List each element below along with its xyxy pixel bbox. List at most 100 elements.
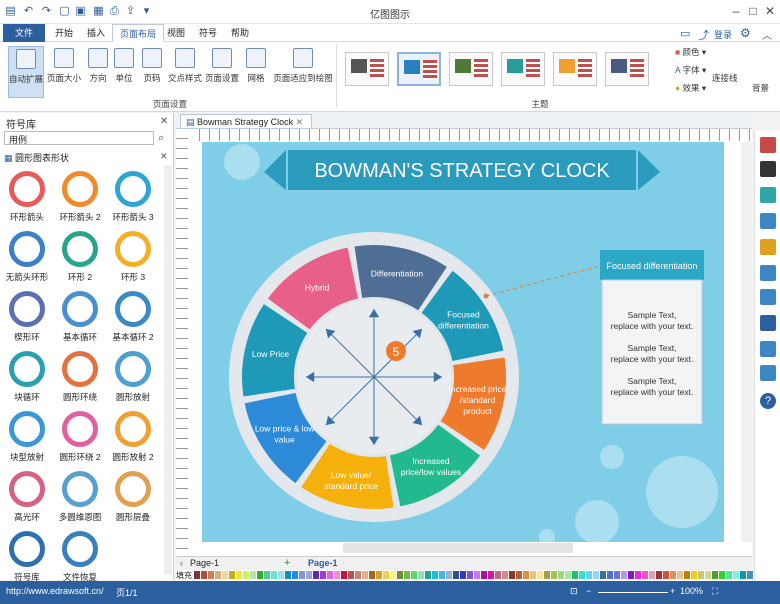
sidebar-scrollbar[interactable] xyxy=(164,165,172,575)
fullscreen-icon[interactable]: ⛶ xyxy=(712,586,718,597)
color-swatch[interactable] xyxy=(558,571,564,579)
add-page-icon[interactable]: + xyxy=(284,557,290,569)
color-swatch[interactable] xyxy=(334,571,340,579)
library-item[interactable]: 多圆维恩图 xyxy=(55,468,105,528)
color-swatch[interactable] xyxy=(586,571,592,579)
color-swatch[interactable] xyxy=(698,571,704,579)
search-input[interactable]: 用例 xyxy=(4,131,154,145)
tab-close-icon[interactable]: ✕ xyxy=(296,117,304,127)
color-dropdown[interactable]: ■ 颜色 ▾ xyxy=(675,46,706,58)
fit-icon[interactable]: ⊡ xyxy=(570,586,578,597)
menu-file[interactable]: 文件 xyxy=(3,24,45,42)
library-item[interactable]: 圆形层叠 xyxy=(108,468,158,528)
color-swatch[interactable] xyxy=(747,571,753,579)
color-swatch[interactable] xyxy=(418,571,424,579)
library-item[interactable]: 无箭头环形 xyxy=(2,228,52,288)
library-item[interactable]: 块循环 xyxy=(2,348,52,408)
color-swatch[interactable] xyxy=(390,571,396,579)
page-setup-button[interactable]: 页面设置 xyxy=(204,46,240,98)
library-item[interactable]: 文件恢复 xyxy=(55,528,105,588)
color-swatch[interactable] xyxy=(383,571,389,579)
color-swatch[interactable] xyxy=(572,571,578,579)
library-item[interactable]: 环形 2 xyxy=(55,228,105,288)
page-number-button[interactable]: 页码 xyxy=(134,46,170,98)
color-swatch[interactable] xyxy=(250,571,256,579)
doc-tab[interactable]: ▤ Bowman Strategy Clock ✕ xyxy=(180,114,312,129)
color-swatch[interactable] xyxy=(656,571,662,579)
color-swatch[interactable] xyxy=(691,571,697,579)
color-swatch[interactable] xyxy=(201,571,207,579)
color-swatch[interactable] xyxy=(355,571,361,579)
page-dropdown[interactable]: Page-1 xyxy=(190,558,219,568)
auto-expand-button[interactable]: 自动扩展 xyxy=(8,46,44,98)
color-swatch[interactable] xyxy=(432,571,438,579)
line-icon[interactable] xyxy=(760,161,776,177)
data-icon[interactable] xyxy=(760,289,776,305)
login-link[interactable]: 登录 xyxy=(714,28,732,41)
minimize-button[interactable]: – xyxy=(728,4,744,19)
properties-icon[interactable] xyxy=(760,265,776,281)
page-size-button[interactable]: 页面大小 xyxy=(46,46,82,98)
color-swatch[interactable] xyxy=(726,571,732,579)
menu-page-layout[interactable]: 页面布局 xyxy=(112,24,165,42)
page-prev-icon[interactable]: ‹ xyxy=(180,558,183,568)
color-swatch[interactable] xyxy=(621,571,627,579)
color-swatch[interactable] xyxy=(544,571,550,579)
color-swatch[interactable] xyxy=(264,571,270,579)
fit-page-button[interactable]: 页面适应到绘图 xyxy=(272,46,334,98)
menu-home[interactable]: 开始 xyxy=(48,24,80,42)
theme-5[interactable] xyxy=(553,52,597,86)
chat-icon[interactable]: ▭ xyxy=(680,27,690,40)
color-swatch[interactable] xyxy=(299,571,305,579)
color-swatch[interactable] xyxy=(719,571,725,579)
color-swatch[interactable] xyxy=(362,571,368,579)
close-button[interactable]: ✕ xyxy=(762,4,778,19)
library-item[interactable]: 基本循环 xyxy=(55,288,105,348)
menu-insert[interactable]: 插入 xyxy=(80,24,112,42)
color-swatch[interactable] xyxy=(600,571,606,579)
category-close-icon[interactable]: ✕ xyxy=(160,151,168,162)
color-swatch[interactable] xyxy=(684,571,690,579)
color-swatch[interactable] xyxy=(593,571,599,579)
color-swatch[interactable] xyxy=(488,571,494,579)
library-item[interactable]: 圆形环绕 xyxy=(55,348,105,408)
color-swatch[interactable] xyxy=(257,571,263,579)
color-swatch[interactable] xyxy=(453,571,459,579)
color-swatch[interactable] xyxy=(425,571,431,579)
page-tab-active[interactable]: Page-1 xyxy=(308,558,338,568)
menu-help[interactable]: 帮助 xyxy=(224,24,256,42)
color-swatch[interactable] xyxy=(236,571,242,579)
theme-1[interactable] xyxy=(345,52,389,86)
search-icon[interactable]: ⌕ xyxy=(158,132,164,145)
color-swatch[interactable] xyxy=(474,571,480,579)
color-swatch[interactable] xyxy=(208,571,214,579)
layers-icon[interactable] xyxy=(760,239,776,255)
color-swatch[interactable] xyxy=(313,571,319,579)
color-swatch[interactable] xyxy=(607,571,613,579)
menu-view[interactable]: 视图 xyxy=(160,24,192,42)
color-swatch[interactable] xyxy=(670,571,676,579)
color-swatch[interactable] xyxy=(523,571,529,579)
shadow-icon[interactable] xyxy=(760,187,776,203)
menu-symbol[interactable]: 符号 xyxy=(192,24,224,42)
font-dropdown[interactable]: A 字体 ▾ xyxy=(675,64,706,76)
color-swatch[interactable] xyxy=(404,571,410,579)
color-swatch[interactable] xyxy=(537,571,543,579)
panel-close-icon[interactable]: ✕ xyxy=(160,116,168,127)
comment-icon[interactable] xyxy=(760,365,776,381)
color-swatch[interactable] xyxy=(579,571,585,579)
color-swatch[interactable] xyxy=(348,571,354,579)
color-swatch[interactable] xyxy=(369,571,375,579)
library-item[interactable]: 圆形环绕 2 xyxy=(55,408,105,468)
image-icon[interactable] xyxy=(760,213,776,229)
collapse-icon[interactable]: ︿ xyxy=(762,27,772,42)
zoom-in-icon[interactable]: + xyxy=(670,586,675,596)
maximize-button[interactable]: □ xyxy=(745,4,761,19)
color-swatch[interactable] xyxy=(565,571,571,579)
library-item[interactable]: 环形箭头 3 xyxy=(108,168,158,228)
theme-3[interactable] xyxy=(449,52,493,86)
settings-icon[interactable]: ⚙ xyxy=(740,26,751,40)
horizontal-scrollbar[interactable] xyxy=(343,543,573,553)
note-icon[interactable] xyxy=(760,341,776,357)
zoom-slider[interactable] xyxy=(598,592,668,593)
